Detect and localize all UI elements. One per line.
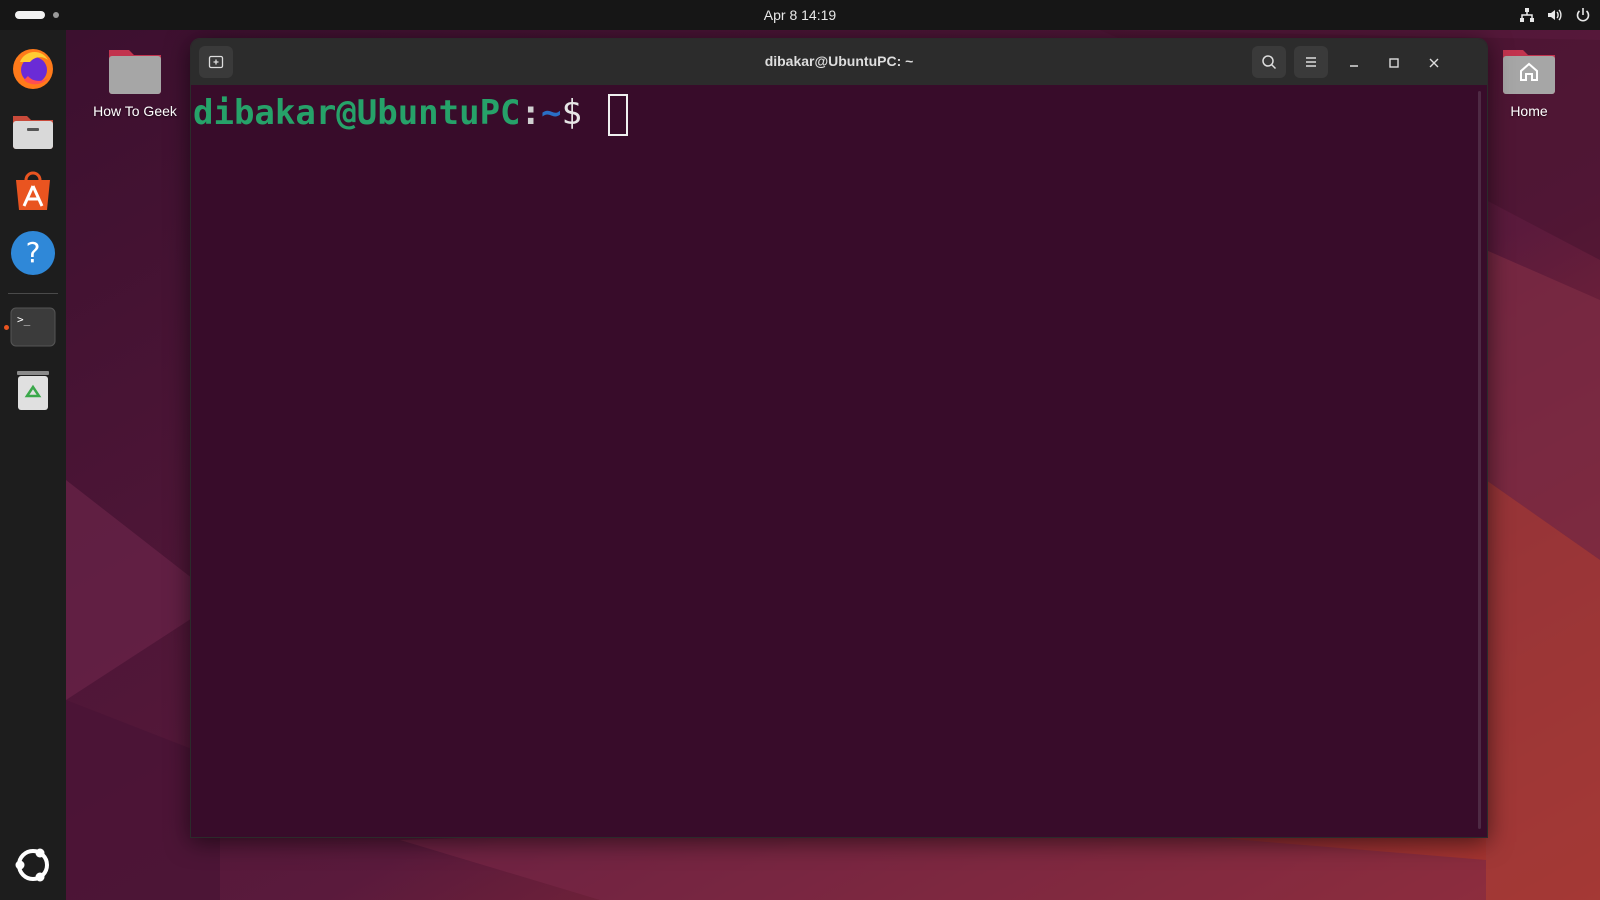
minimize-icon [1350,65,1358,67]
desktop-icon-label: How To Geek [93,103,177,119]
search-button[interactable] [1252,46,1286,78]
dock-terminal[interactable]: >_ [10,304,56,350]
terminal-window[interactable]: dibakar@UbuntuPC: ~ dibakar@UbuntuPC:~$ [190,38,1488,838]
terminal-icon: >_ [10,307,56,347]
network-icon[interactable] [1518,6,1536,24]
close-button[interactable] [1423,52,1445,74]
prompt-path: ~ [541,93,562,133]
prompt-user-host: dibakar@UbuntuPC [193,93,521,133]
folder-icon [109,50,161,94]
shell-prompt: dibakar@UbuntuPC:~$ [193,91,629,136]
hamburger-menu-icon [1306,57,1316,67]
power-icon[interactable] [1574,6,1592,24]
terminal-titlebar[interactable]: dibakar@UbuntuPC: ~ [191,39,1487,85]
dock: ? >_ [0,30,66,900]
firefox-icon [13,49,53,89]
show-apps-button[interactable] [10,842,56,888]
clock[interactable]: Apr 8 14:19 [764,7,836,23]
top-bar: Apr 8 14:19 [0,0,1600,30]
prompt-symbol: $ [561,93,582,133]
system-tray[interactable] [1518,6,1592,24]
maximize-button[interactable] [1383,52,1405,74]
desktop-icon-home[interactable]: Home [1484,44,1574,119]
dock-trash[interactable] [10,366,56,412]
prompt-separator: : [520,93,541,133]
window-title: dibakar@UbuntuPC: ~ [764,53,914,69]
text-cursor [608,93,629,136]
app-store-icon [16,171,50,210]
home-folder-icon [1503,50,1555,94]
maximize-icon [1389,58,1399,68]
dock-app-center[interactable] [10,168,56,214]
dock-files[interactable] [10,106,56,152]
trash-icon [17,371,49,410]
desktop-icon-how-to-geek[interactable]: How To Geek [90,44,180,119]
dock-separator [8,293,58,294]
volume-icon[interactable] [1546,6,1564,24]
help-icon: ? [11,231,55,275]
svg-text:>_: >_ [17,313,31,326]
dock-firefox[interactable] [10,44,56,90]
running-indicator [4,325,9,330]
menu-button[interactable] [1294,46,1328,78]
minimize-button[interactable] [1343,52,1365,74]
ubuntu-logo-icon [15,848,49,882]
dock-help[interactable]: ? [10,230,56,276]
terminal-scrollbar[interactable] [1478,91,1481,829]
search-icon [1262,55,1277,70]
desktop-icon-label: Home [1510,103,1548,119]
terminal-body[interactable]: dibakar@UbuntuPC:~$ [191,85,1487,837]
close-icon [1429,58,1439,68]
svg-text:?: ? [26,236,41,269]
files-icon [13,116,53,149]
